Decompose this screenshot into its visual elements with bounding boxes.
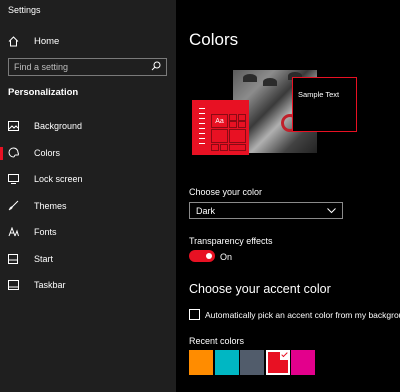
preview-window: Sample Text bbox=[292, 77, 357, 132]
transparency-toggle[interactable] bbox=[189, 250, 215, 262]
lock-screen-icon bbox=[8, 174, 22, 185]
color-swatch[interactable] bbox=[265, 350, 290, 375]
accent-color-heading: Choose your accent color bbox=[189, 282, 331, 296]
start-icon bbox=[8, 253, 22, 264]
search-icon[interactable] bbox=[151, 58, 161, 76]
app-title: Settings bbox=[8, 5, 41, 15]
choose-color-dropdown[interactable]: Dark bbox=[189, 202, 343, 219]
sidebar-item-taskbar[interactable]: Taskbar bbox=[0, 272, 176, 299]
home-label: Home bbox=[34, 35, 60, 47]
taskbar-icon bbox=[8, 280, 22, 291]
auto-accent-label: Automatically pick an accent color from … bbox=[205, 309, 400, 320]
sidebar: Settings Home Find a setting Personaliza… bbox=[0, 0, 176, 392]
section-title: Personalization bbox=[8, 87, 79, 98]
sidebar-item-label: Start bbox=[34, 253, 54, 264]
sidebar-item-label: Themes bbox=[34, 200, 67, 211]
page-title: Colors bbox=[189, 30, 239, 49]
search-input[interactable]: Find a setting bbox=[8, 58, 167, 76]
sidebar-item-start[interactable]: Start bbox=[0, 246, 176, 273]
auto-accent-row[interactable]: Automatically pick an accent color from … bbox=[189, 309, 400, 320]
palette-icon bbox=[8, 147, 22, 158]
sidebar-item-themes[interactable]: Themes bbox=[0, 193, 176, 220]
transparency-state: On bbox=[220, 252, 233, 262]
recent-colors bbox=[189, 350, 317, 375]
sidebar-item-fonts[interactable]: Fonts bbox=[0, 219, 176, 246]
dropdown-value: Dark bbox=[196, 205, 216, 216]
checkmark-icon bbox=[279, 350, 290, 360]
home-icon bbox=[8, 35, 22, 47]
transparency-label: Transparency effects bbox=[189, 236, 273, 246]
color-swatch[interactable] bbox=[189, 350, 213, 375]
font-icon bbox=[8, 227, 22, 237]
image-icon bbox=[8, 121, 22, 132]
main-content: Colors Aa Sample Text Choose your color … bbox=[176, 0, 400, 392]
sidebar-item-colors[interactable]: Colors bbox=[0, 140, 176, 167]
color-swatch[interactable] bbox=[291, 350, 315, 375]
sidebar-item-lock-screen[interactable]: Lock screen bbox=[0, 166, 176, 193]
sidebar-item-label: Taskbar bbox=[34, 280, 66, 291]
color-swatch[interactable] bbox=[240, 350, 264, 375]
theme-preview: Aa Sample Text bbox=[192, 70, 357, 155]
nav-list: Background Colors Lock screen Themes Fon… bbox=[0, 113, 176, 299]
sidebar-item-label: Colors bbox=[34, 147, 61, 158]
sidebar-item-label: Lock screen bbox=[34, 174, 83, 185]
choose-color-label: Choose your color bbox=[189, 187, 263, 197]
recent-colors-label: Recent colors bbox=[189, 336, 245, 346]
preview-tile-text: Aa bbox=[215, 117, 224, 125]
sidebar-item-label: Background bbox=[34, 121, 83, 132]
preview-taskbar bbox=[192, 100, 208, 155]
home-nav-item[interactable]: Home bbox=[8, 33, 168, 49]
search-placeholder: Find a setting bbox=[14, 62, 69, 72]
auto-accent-checkbox[interactable] bbox=[189, 309, 200, 320]
preview-start-menu: Aa bbox=[208, 100, 249, 155]
sidebar-item-background[interactable]: Background bbox=[0, 113, 176, 140]
chevron-down-icon bbox=[327, 206, 336, 216]
color-swatch[interactable] bbox=[214, 350, 239, 375]
brush-icon bbox=[8, 200, 22, 211]
sidebar-item-label: Fonts bbox=[34, 227, 57, 238]
preview-sample-text: Sample Text bbox=[298, 90, 340, 99]
